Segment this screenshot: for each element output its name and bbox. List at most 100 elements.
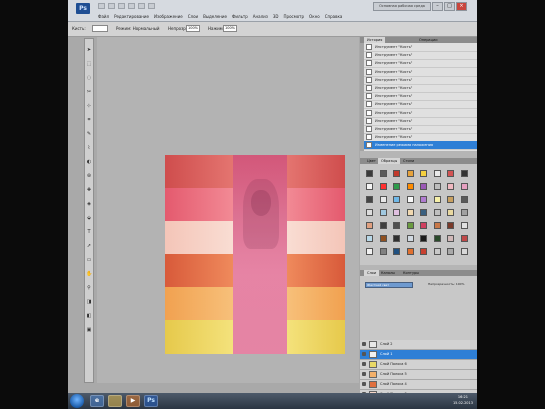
visibility-eye-icon[interactable]	[362, 352, 366, 356]
color-swatch[interactable]	[379, 235, 387, 242]
clock[interactable]: 16:21 15.02.2013	[453, 395, 473, 406]
color-swatch[interactable]	[406, 235, 414, 242]
folder-icon[interactable]	[108, 395, 122, 407]
color-swatch[interactable]	[379, 170, 387, 177]
color-swatch[interactable]	[420, 248, 427, 255]
color-swatch[interactable]	[420, 170, 427, 177]
document-canvas[interactable]	[165, 155, 345, 354]
blend-mode-label[interactable]: Режим: Нормальный	[116, 26, 159, 31]
ie-icon[interactable]: e	[90, 395, 104, 407]
menu-item[interactable]: Справка	[325, 13, 343, 20]
color-swatch[interactable]	[420, 196, 427, 203]
quick-mask-tool-icon[interactable]: ▣	[86, 327, 92, 333]
blur-tool-icon[interactable]: ⬙	[86, 215, 92, 221]
color-swatch[interactable]	[406, 209, 414, 216]
menu-item[interactable]: Анализ	[253, 13, 268, 20]
layer-row[interactable]: Слой Полоса 5	[360, 370, 477, 380]
color-swatch[interactable]	[433, 235, 441, 242]
workspace-switcher[interactable]: Основная рабочая среда	[373, 2, 431, 11]
visibility-eye-icon[interactable]	[362, 362, 366, 366]
color-swatch[interactable]	[460, 235, 468, 242]
clone-stamp-tool-icon[interactable]: ◐	[86, 159, 92, 165]
bridge-icon[interactable]	[98, 3, 105, 9]
color-swatch[interactable]	[393, 170, 400, 177]
healing-tool-icon[interactable]: ✎	[86, 131, 92, 137]
background-color-tool-icon[interactable]: ◧	[86, 313, 92, 319]
color-swatch[interactable]	[433, 222, 441, 229]
eraser-tool-icon[interactable]: ✚	[86, 187, 92, 193]
color-swatch[interactable]	[366, 196, 373, 203]
menu-item[interactable]: Выделение	[203, 13, 227, 20]
zoom-level-icon[interactable]	[118, 3, 125, 9]
color-swatch[interactable]	[366, 248, 373, 255]
color-swatch[interactable]	[393, 183, 400, 190]
color-swatch[interactable]	[433, 183, 441, 190]
color-swatch[interactable]	[460, 248, 468, 255]
color-swatch[interactable]	[366, 235, 373, 242]
visibility-eye-icon[interactable]	[362, 372, 366, 376]
brush-tool-icon[interactable]: ⌇	[86, 145, 92, 151]
layer-opacity[interactable]: Непрозрачность: 100%	[428, 282, 464, 286]
lasso-tool-icon[interactable]: ◌	[86, 75, 92, 81]
menu-item[interactable]: Редактирование	[114, 13, 149, 20]
color-swatch[interactable]	[433, 196, 441, 203]
color-swatch[interactable]	[393, 209, 400, 216]
color-swatch[interactable]	[393, 222, 400, 229]
menu-item[interactable]: Окно	[309, 13, 320, 20]
gradient-tool-icon[interactable]: ◈	[86, 201, 92, 207]
hand-tool-icon[interactable]: ✋	[86, 271, 92, 277]
blend-mode-dropdown[interactable]: Жесткий свет	[365, 282, 413, 288]
color-swatch[interactable]	[447, 235, 454, 242]
color-swatch[interactable]	[393, 196, 400, 203]
screen-mode-icon[interactable]	[148, 3, 155, 9]
foreground-color-tool-icon[interactable]: ◨	[86, 299, 92, 305]
history-brush-tool-icon[interactable]: ⊛	[86, 173, 92, 179]
layer-row[interactable]: Слой 2	[360, 340, 477, 350]
visibility-eye-icon[interactable]	[362, 342, 366, 346]
color-swatch[interactable]	[379, 196, 387, 203]
color-swatch[interactable]	[447, 209, 454, 216]
color-swatch[interactable]	[433, 209, 441, 216]
media-player-icon[interactable]: ▶	[126, 395, 140, 407]
menu-item[interactable]: Изображение	[154, 13, 183, 20]
layer-row[interactable]: Слой 1	[360, 350, 477, 360]
color-swatch[interactable]	[366, 183, 373, 190]
start-button[interactable]	[70, 394, 84, 408]
color-swatch[interactable]	[433, 170, 441, 177]
marquee-tool-icon[interactable]: ⬚	[86, 61, 92, 67]
color-swatch[interactable]	[406, 248, 414, 255]
color-swatch[interactable]	[460, 183, 468, 190]
minimize-button[interactable]: –	[432, 2, 443, 11]
arrange-documents-icon[interactable]	[138, 3, 145, 9]
opacity-field[interactable]: 100%	[186, 25, 200, 32]
type-tool-icon[interactable]: T	[86, 229, 92, 235]
shape-tool-icon[interactable]: ▭	[86, 257, 92, 263]
visibility-eye-icon[interactable]	[362, 382, 366, 386]
color-swatch[interactable]	[447, 248, 454, 255]
menu-item[interactable]: Фильтр	[232, 13, 248, 20]
color-swatch[interactable]	[366, 222, 373, 229]
menu-item[interactable]: 3D	[273, 13, 279, 20]
color-swatch[interactable]	[420, 222, 427, 229]
brush-preset-picker[interactable]	[92, 25, 108, 32]
crop-tool-icon[interactable]: ⊹	[86, 103, 92, 109]
color-swatch[interactable]	[379, 209, 387, 216]
layer-row[interactable]: Слой Полоса 6	[360, 360, 477, 370]
color-swatch[interactable]	[366, 170, 373, 177]
eyedropper-tool-icon[interactable]: ⌗	[86, 117, 92, 123]
color-swatch[interactable]	[447, 222, 454, 229]
menu-item[interactable]: Просмотр	[284, 13, 305, 20]
color-swatch[interactable]	[406, 196, 414, 203]
path-select-tool-icon[interactable]: ➚	[86, 243, 92, 249]
history-state[interactable]: Изменение режима наложения	[360, 141, 477, 151]
color-swatch[interactable]	[393, 248, 400, 255]
maximize-button[interactable]: □	[444, 2, 455, 11]
color-swatch[interactable]	[460, 196, 468, 203]
color-swatch[interactable]	[406, 170, 414, 177]
color-swatch[interactable]	[460, 170, 468, 177]
color-swatch[interactable]	[420, 235, 427, 242]
color-swatch[interactable]	[420, 209, 427, 216]
color-swatch[interactable]	[460, 222, 468, 229]
close-button[interactable]: ×	[456, 2, 467, 11]
menu-item[interactable]: Файл	[98, 13, 109, 20]
